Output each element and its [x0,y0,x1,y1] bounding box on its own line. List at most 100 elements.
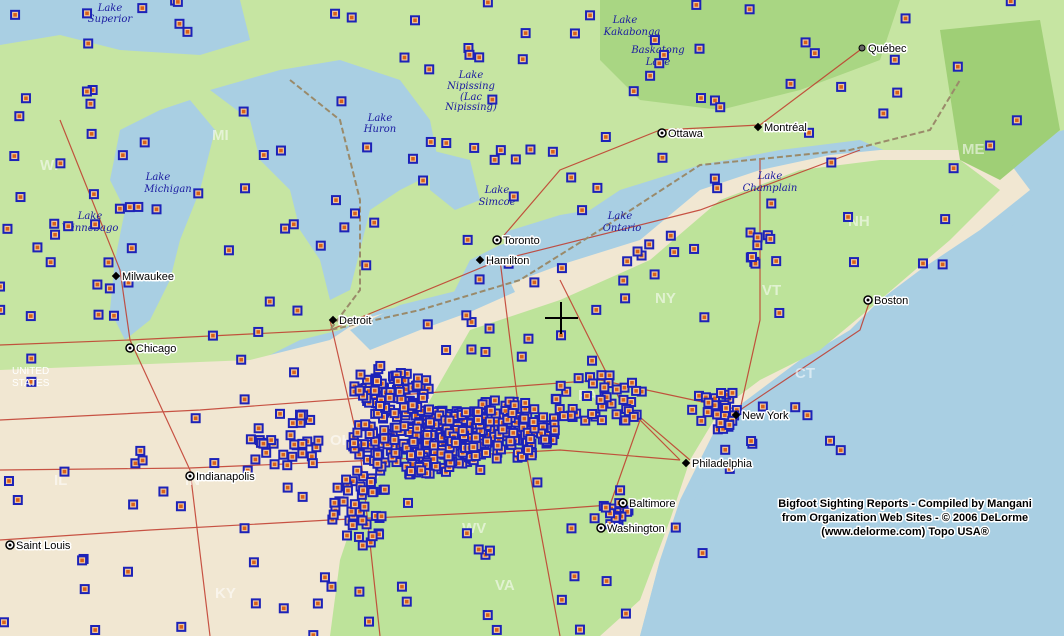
sighting-marker[interactable] [937,259,948,270]
sighting-marker[interactable] [595,394,606,405]
sighting-marker[interactable] [288,219,299,230]
sighting-marker[interactable] [601,576,612,587]
sighting-marker[interactable] [83,38,94,49]
sighting-marker[interactable] [240,183,251,194]
sighting-marker[interactable] [367,487,378,498]
sighting-marker[interactable] [461,310,472,321]
sighting-marker[interactable] [425,136,436,147]
sighting-marker[interactable] [81,86,92,97]
sighting-marker[interactable] [90,219,101,230]
sighting-marker[interactable] [122,566,133,577]
sighting-marker[interactable] [10,9,21,20]
sighting-marker[interactable] [892,87,903,98]
sighting-marker[interactable] [556,594,567,605]
sighting-marker[interactable] [223,245,234,256]
sighting-marker[interactable] [59,466,70,477]
sighting-marker[interactable] [468,442,479,453]
sighting-marker[interactable] [9,151,20,162]
sighting-marker[interactable] [364,428,375,439]
sighting-marker[interactable] [538,412,549,423]
sighting-marker[interactable] [566,172,577,183]
sighting-marker[interactable] [746,252,757,263]
sighting-marker[interactable] [0,617,9,628]
sighting-marker[interactable] [697,548,708,559]
sighting-marker[interactable] [12,495,23,506]
sighting-marker[interactable] [721,403,732,414]
sighting-marker[interactable] [250,454,261,465]
sighting-marker[interactable] [848,257,859,268]
sighting-marker[interactable] [484,545,495,556]
sighting-marker[interactable] [361,260,372,271]
sighting-marker[interactable] [727,387,738,398]
sighting-marker[interactable] [473,415,484,426]
sighting-marker[interactable] [20,93,31,104]
sighting-marker[interactable] [529,277,540,288]
sighting-marker[interactable] [510,154,521,165]
sighting-marker[interactable] [354,586,365,597]
sighting-marker[interactable] [307,458,318,469]
sighting-marker[interactable] [174,18,185,29]
sighting-marker[interactable] [264,296,275,307]
sighting-marker[interactable] [342,530,353,541]
sighting-marker[interactable] [716,387,727,398]
sighting-marker[interactable] [391,422,402,433]
sighting-marker[interactable] [516,351,527,362]
sighting-marker[interactable] [379,433,390,444]
sighting-marker[interactable] [480,346,491,357]
sighting-marker[interactable] [319,572,330,583]
sighting-marker[interactable] [417,392,428,403]
sighting-marker[interactable] [369,385,380,396]
sighting-marker[interactable] [330,8,341,19]
city-washington[interactable]: WashingtonWashington [596,522,666,537]
sighting-marker[interactable] [15,192,26,203]
sighting-marker[interactable] [473,544,484,555]
sighting-marker[interactable] [696,415,707,426]
sighting-marker[interactable] [529,404,540,415]
sighting-marker[interactable] [2,223,13,234]
sighting-marker[interactable] [558,411,569,422]
sighting-marker[interactable] [326,581,337,592]
sighting-marker[interactable] [336,96,347,107]
sighting-marker[interactable] [379,484,390,495]
sighting-marker[interactable] [275,408,286,419]
sighting-marker[interactable] [103,257,114,268]
city-stlouis[interactable]: Saint LouisSaint Louis [5,539,72,554]
sighting-marker[interactable] [422,319,433,330]
sighting-marker[interactable] [540,434,551,445]
sighting-marker[interactable] [464,49,475,60]
sighting-marker[interactable] [0,304,6,315]
sighting-marker[interactable] [556,263,567,274]
sighting-marker[interactable] [790,402,801,413]
sighting-marker[interactable] [632,246,643,257]
sighting-marker[interactable] [269,459,280,470]
sighting-marker[interactable] [289,367,300,378]
sighting-marker[interactable] [771,256,782,267]
sighting-marker[interactable] [190,413,201,424]
sighting-marker[interactable] [282,460,293,471]
sighting-marker[interactable] [415,448,426,459]
sighting-marker[interactable] [600,502,611,513]
sighting-marker[interactable] [573,373,584,384]
sighting-marker[interactable] [508,427,519,438]
sighting-marker[interactable] [720,444,731,455]
sighting-marker[interactable] [248,557,259,568]
sighting-marker[interactable] [238,106,249,117]
sighting-marker[interactable] [369,217,380,228]
sighting-marker[interactable] [520,397,531,408]
sighting-marker[interactable] [482,610,493,621]
sighting-marker[interactable] [566,523,577,534]
sighting-marker[interactable] [785,78,796,89]
sighting-marker[interactable] [1011,115,1022,126]
sighting-marker[interactable] [689,243,700,254]
sighting-marker[interactable] [292,305,303,316]
sighting-marker[interactable] [702,407,713,418]
sighting-marker[interactable] [443,451,454,462]
sighting-marker[interactable] [410,15,421,26]
sighting-marker[interactable] [687,404,698,415]
sighting-marker[interactable] [372,376,383,387]
sighting-marker[interactable] [836,81,847,92]
sighting-marker[interactable] [835,445,846,456]
sighting-marker[interactable] [407,153,418,164]
sighting-marker[interactable] [32,242,43,253]
sighting-marker[interactable] [611,384,622,395]
